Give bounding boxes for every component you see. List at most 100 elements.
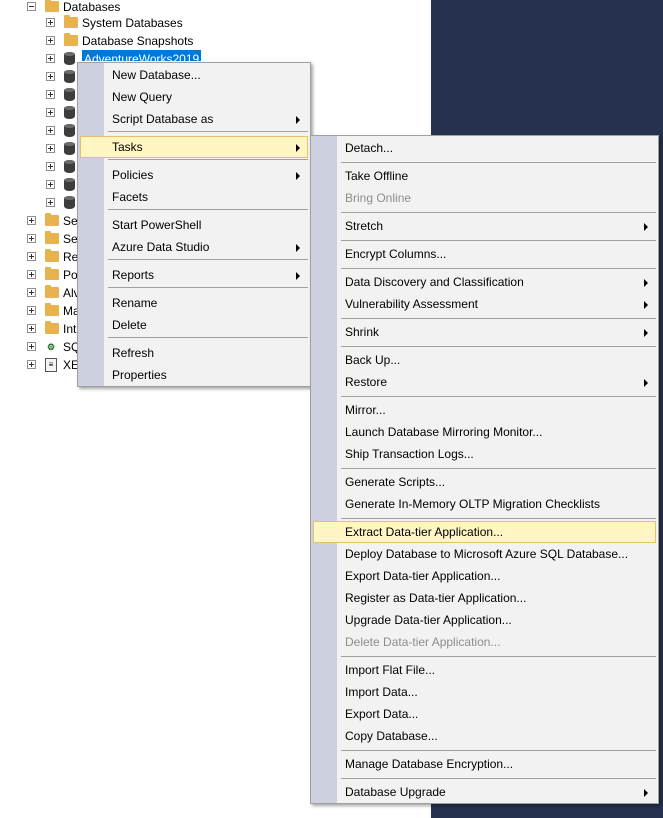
menu-item-label: Facets bbox=[112, 190, 149, 204]
folder-icon bbox=[64, 33, 78, 46]
menu-item-extract-data-tier-application[interactable]: Extract Data-tier Application... bbox=[313, 521, 656, 543]
expand-icon[interactable] bbox=[46, 144, 55, 153]
database-icon bbox=[64, 70, 75, 83]
menu-item-label: Export Data-tier Application... bbox=[345, 569, 501, 583]
expand-icon[interactable] bbox=[27, 288, 36, 297]
menu-separator bbox=[341, 396, 656, 397]
expand-icon[interactable] bbox=[46, 72, 55, 81]
menu-item-label: Bring Online bbox=[345, 191, 412, 205]
menu-item-stretch[interactable]: Stretch bbox=[313, 215, 656, 237]
menu-item-azure-data-studio[interactable]: Azure Data Studio bbox=[80, 236, 308, 258]
menu-item-mirror[interactable]: Mirror... bbox=[313, 399, 656, 421]
menu-item-deploy-database-to-microsoft-azure-sql-database[interactable]: Deploy Database to Microsoft Azure SQL D… bbox=[313, 543, 656, 565]
menu-separator bbox=[341, 212, 656, 213]
expand-icon[interactable] bbox=[27, 270, 36, 279]
menu-item-label: Upgrade Data-tier Application... bbox=[345, 613, 512, 627]
menu-separator bbox=[341, 656, 656, 657]
menu-item-generate-in-memory-oltp-migration-checklists[interactable]: Generate In-Memory OLTP Migration Checkl… bbox=[313, 493, 656, 515]
menu-item-label: Copy Database... bbox=[345, 729, 438, 743]
collapse-icon[interactable] bbox=[27, 2, 36, 11]
expand-icon[interactable] bbox=[46, 54, 55, 63]
menu-item-launch-database-mirroring-monitor[interactable]: Launch Database Mirroring Monitor... bbox=[313, 421, 656, 443]
submenu-arrow-icon bbox=[296, 144, 300, 152]
menu-item-properties[interactable]: Properties bbox=[80, 364, 308, 386]
menu-item-export-data-tier-application[interactable]: Export Data-tier Application... bbox=[313, 565, 656, 587]
submenu-arrow-icon bbox=[644, 223, 648, 231]
menu-item-back-up[interactable]: Back Up... bbox=[313, 349, 656, 371]
expand-icon[interactable] bbox=[46, 18, 55, 27]
tasks-submenu: Detach... Take Offline Bring Online Stretch… bbox=[310, 135, 659, 804]
menu-item-script-database-as[interactable]: Script Database as bbox=[80, 108, 308, 130]
menu-item-ship-transaction-logs[interactable]: Ship Transaction Logs... bbox=[313, 443, 656, 465]
expand-icon[interactable] bbox=[27, 306, 36, 315]
expand-icon[interactable] bbox=[27, 360, 36, 369]
menu-item-register-as-data-tier-application[interactable]: Register as Data-tier Application... bbox=[313, 587, 656, 609]
expand-icon[interactable] bbox=[46, 198, 55, 207]
menu-item-label: Encrypt Columns... bbox=[345, 247, 447, 261]
menu-item-shrink[interactable]: Shrink bbox=[313, 321, 656, 343]
menu-item-rename[interactable]: Rename bbox=[80, 292, 308, 314]
expand-icon[interactable] bbox=[27, 342, 36, 351]
menu-item-new-query[interactable]: New Query bbox=[80, 86, 308, 108]
expand-icon[interactable] bbox=[46, 36, 55, 45]
expand-icon[interactable] bbox=[46, 126, 55, 135]
menu-item-label: Rename bbox=[112, 296, 158, 310]
menu-item-import-flat-file[interactable]: Import Flat File... bbox=[313, 659, 656, 681]
tree-node-label: System Databases bbox=[82, 16, 183, 30]
menu-item-reports[interactable]: Reports bbox=[80, 264, 308, 286]
expand-icon[interactable] bbox=[46, 180, 55, 189]
menu-item-refresh[interactable]: Refresh bbox=[80, 342, 308, 364]
menu-item-restore[interactable]: Restore bbox=[313, 371, 656, 393]
menu-item-vulnerability-assessment[interactable]: Vulnerability Assessment bbox=[313, 293, 656, 315]
tree-node[interactable]: System Databases bbox=[0, 14, 431, 32]
tree-node[interactable]: Database Snapshots bbox=[0, 32, 431, 50]
menu-item-label: Detach... bbox=[345, 141, 394, 155]
menu-item-label: Ship Transaction Logs... bbox=[345, 447, 474, 461]
menu-item-start-powershell[interactable]: Start PowerShell bbox=[80, 214, 308, 236]
menu-item-upgrade-data-tier-application[interactable]: Upgrade Data-tier Application... bbox=[313, 609, 656, 631]
menu-item-label: Stretch bbox=[345, 219, 384, 233]
menu-item-tasks[interactable]: Tasks bbox=[80, 136, 308, 158]
expand-icon[interactable] bbox=[27, 234, 36, 243]
menu-separator bbox=[108, 209, 308, 210]
expand-icon[interactable] bbox=[46, 90, 55, 99]
sql-agent-icon: ⚙ bbox=[46, 342, 56, 352]
database-context-menu: New Database... New Query Script Database … bbox=[77, 62, 311, 387]
menu-item-detach[interactable]: Detach... bbox=[313, 137, 656, 159]
expand-icon[interactable] bbox=[46, 162, 55, 171]
menu-item-copy-database[interactable]: Copy Database... bbox=[313, 725, 656, 747]
menu-separator bbox=[341, 750, 656, 751]
menu-separator bbox=[108, 287, 308, 288]
menu-item-data-discovery-and-classification[interactable]: Data Discovery and Classification bbox=[313, 271, 656, 293]
menu-item-label: Database Upgrade bbox=[345, 785, 446, 799]
folder-icon bbox=[45, 231, 59, 244]
menu-item-label: Extract Data-tier Application... bbox=[345, 525, 504, 539]
menu-item-encrypt-columns[interactable]: Encrypt Columns... bbox=[313, 243, 656, 265]
menu-item-label: Azure Data Studio bbox=[112, 240, 210, 254]
expand-icon[interactable] bbox=[46, 108, 55, 117]
menu-separator bbox=[341, 318, 656, 319]
folder-icon bbox=[45, 267, 59, 280]
menu-separator bbox=[341, 162, 656, 163]
menu-item-label: Policies bbox=[112, 168, 154, 182]
menu-item-delete[interactable]: Delete bbox=[80, 314, 308, 336]
database-icon bbox=[64, 178, 75, 191]
menu-item-label: Start PowerShell bbox=[112, 218, 202, 232]
expand-icon[interactable] bbox=[27, 324, 36, 333]
menu-item-generate-scripts[interactable]: Generate Scripts... bbox=[313, 471, 656, 493]
expand-icon[interactable] bbox=[27, 252, 36, 261]
submenu-arrow-icon bbox=[644, 301, 648, 309]
menu-separator bbox=[108, 159, 308, 160]
database-icon bbox=[64, 196, 75, 209]
menu-item-take-offline[interactable]: Take Offline bbox=[313, 165, 656, 187]
folder-icon bbox=[45, 0, 59, 12]
menu-item-new-database[interactable]: New Database... bbox=[80, 64, 308, 86]
menu-item-manage-database-encryption[interactable]: Manage Database Encryption... bbox=[313, 753, 656, 775]
menu-item-export-data[interactable]: Export Data... bbox=[313, 703, 656, 725]
menu-separator bbox=[341, 268, 656, 269]
expand-icon[interactable] bbox=[27, 216, 36, 225]
menu-item-database-upgrade[interactable]: Database Upgrade bbox=[313, 781, 656, 803]
menu-item-import-data[interactable]: Import Data... bbox=[313, 681, 656, 703]
menu-item-policies[interactable]: Policies bbox=[80, 164, 308, 186]
menu-item-facets[interactable]: Facets bbox=[80, 186, 308, 208]
